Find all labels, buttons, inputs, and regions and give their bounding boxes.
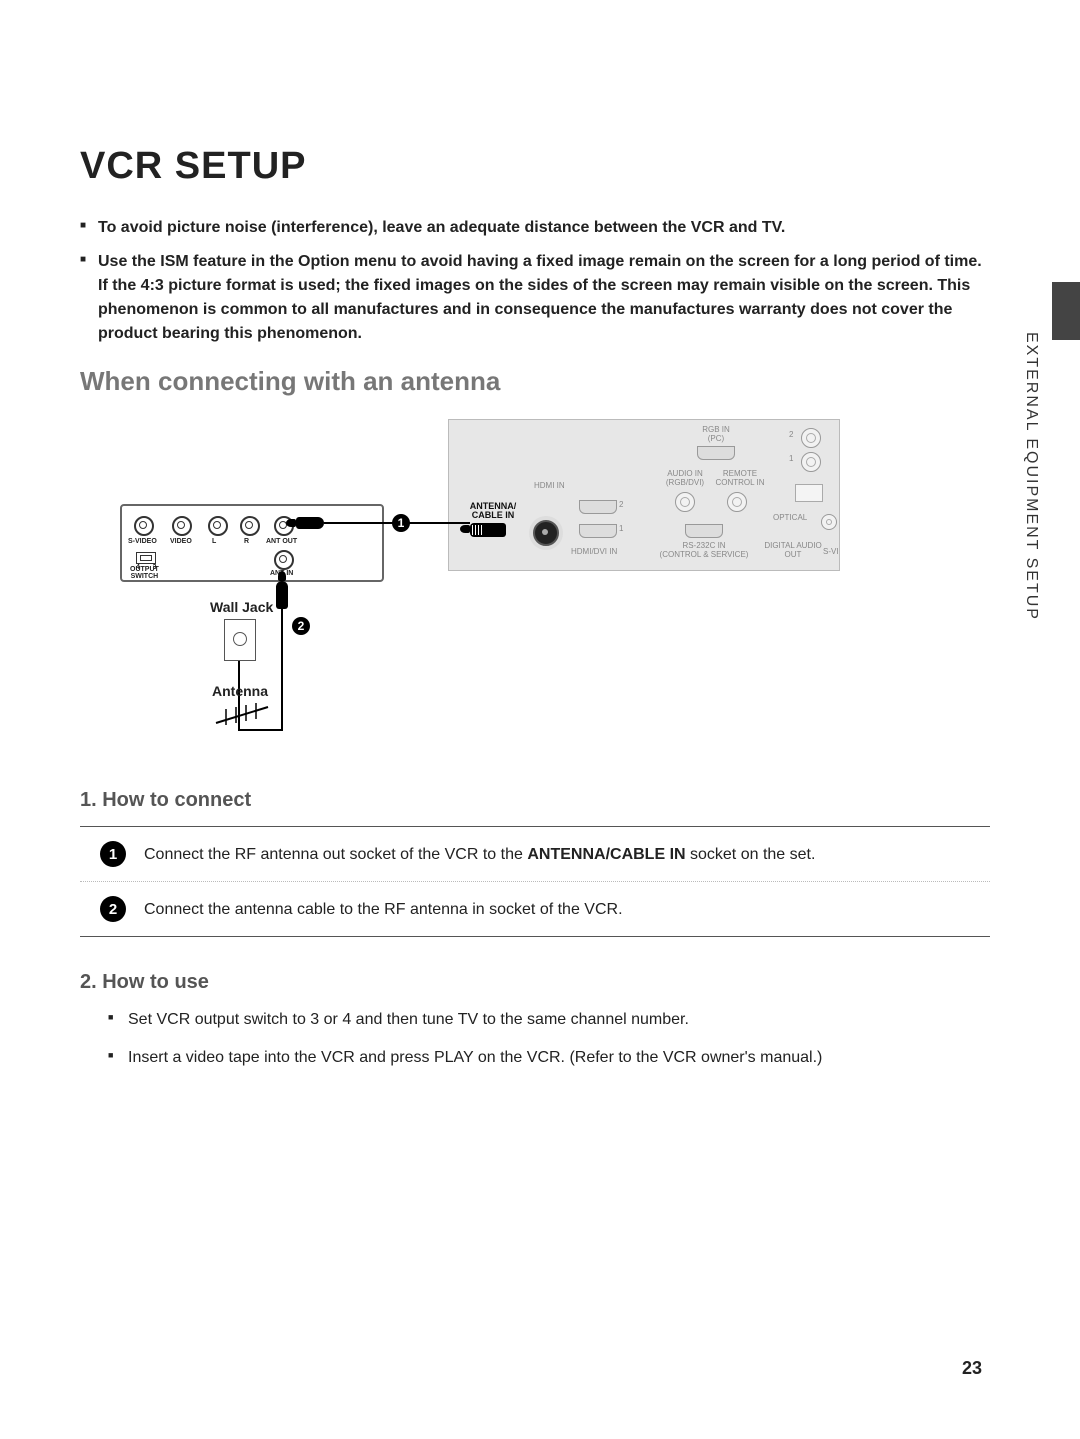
how-to-use-heading: 2. How to use (80, 971, 990, 994)
step-text-pre: Connect the antenna cable to the RF ante… (144, 901, 623, 918)
vcr-audio-l-label: L (212, 538, 216, 545)
connection-diagram: RGB IN (PC) HDMI IN 2 1 HDMI/DVI IN AUDI… (120, 419, 840, 749)
cable2-segment-v (281, 607, 283, 731)
port-audio-in (675, 492, 695, 512)
cable1-plug-vcr (296, 517, 324, 529)
vcr-switch-34: 4 3 (136, 564, 158, 571)
port-hdmi2 (579, 500, 617, 514)
label-rgb-in: RGB IN (PC) (691, 426, 741, 444)
label-svi: S-VI (823, 548, 839, 557)
port-top-2 (801, 428, 821, 448)
vcr-ant-out-label: ANT OUT (266, 538, 297, 545)
step-text: Connect the RF antenna out socket of the… (144, 841, 815, 867)
step-text-pre: Connect the RF antenna out socket of the… (144, 846, 527, 863)
label-audio-in: AUDIO IN (RGB/DVI) (661, 470, 709, 488)
vcr-svideo-port (134, 516, 154, 536)
tv-back-panel: RGB IN (PC) HDMI IN 2 1 HDMI/DVI IN AUDI… (448, 419, 840, 571)
label-port1: 1 (619, 525, 623, 534)
step-text: Connect the antenna cable to the RF ante… (144, 896, 623, 922)
vcr-back-panel: S-VIDEO VIDEO L R ANT OUT OUTPUT SWITCH … (120, 504, 384, 582)
wall-jack-icon (224, 619, 256, 661)
cable1-plug-tv-stripes (472, 525, 482, 535)
how-to-connect-heading: 1. How to connect (80, 789, 990, 812)
label-digital-audio: DIGITAL AUDIO OUT (761, 542, 825, 560)
callout-2: 2 (292, 617, 310, 635)
label-antenna-cable-in: ANTENNA/ CABLE IN (463, 502, 523, 521)
vcr-svideo-label: S-VIDEO (128, 538, 157, 545)
antenna-cable-in-jack (533, 520, 559, 546)
use-item: Set VCR output switch to 3 or 4 and then… (128, 1008, 990, 1032)
use-item: Insert a video tape into the VCR and pre… (128, 1046, 990, 1070)
antenna-icon (212, 703, 272, 727)
step-text-bold: ANTENNA/CABLE IN (527, 846, 685, 863)
port-svi (821, 514, 837, 530)
vcr-output-switch (136, 552, 156, 564)
cable2-plug-vcr (276, 581, 288, 609)
step-number-2: 2 (100, 896, 126, 922)
intro-note: To avoid picture noise (interference), l… (98, 216, 990, 240)
port-rgb (697, 446, 735, 460)
intro-note: Use the ISM feature in the Option menu t… (98, 250, 990, 346)
label-hdmi-in: HDMI IN (534, 482, 565, 491)
page-title: VCR SETUP (80, 145, 990, 188)
port-rs232c (685, 524, 723, 538)
port-optical-block (795, 484, 823, 502)
how-to-connect-steps: 1 Connect the RF antenna out socket of t… (80, 826, 990, 937)
label-hdmi-dvi-in: HDMI/DVI IN (571, 548, 617, 557)
how-to-use-items: Set VCR output switch to 3 or 4 and then… (80, 1008, 990, 1070)
vcr-ant-in-port (274, 550, 294, 570)
intro-notes: To avoid picture noise (interference), l… (80, 216, 990, 346)
page-content: VCR SETUP To avoid picture noise (interf… (0, 0, 1080, 1070)
label-top-1: 1 (789, 455, 793, 464)
vcr-video-label: VIDEO (170, 538, 192, 545)
vcr-audio-r-label: R (244, 538, 249, 545)
wall-jack-label: Wall Jack (210, 599, 273, 615)
label-optical: OPTICAL (773, 514, 807, 523)
label-port2: 2 (619, 501, 623, 510)
port-top-1 (801, 452, 821, 472)
label-top-2: 2 (789, 431, 793, 440)
subheading-antenna: When connecting with an antenna (80, 366, 990, 397)
page-number: 23 (962, 1358, 982, 1379)
vcr-video-port (172, 516, 192, 536)
label-remote: REMOTE CONTROL IN (713, 470, 767, 488)
port-remote (727, 492, 747, 512)
callout-1: 1 (392, 514, 410, 532)
cable2-segment-h (238, 729, 282, 731)
connect-step-2: 2 Connect the antenna cable to the RF an… (80, 881, 990, 936)
label-rs232c: RS-232C IN (CONTROL & SERVICE) (659, 542, 749, 560)
vcr-audio-r-port (240, 516, 260, 536)
antenna-label: Antenna (212, 683, 268, 699)
step-text-post: socket on the set. (686, 846, 816, 863)
vcr-audio-l-port (208, 516, 228, 536)
connect-step-1: 1 Connect the RF antenna out socket of t… (80, 827, 990, 881)
port-hdmi1 (579, 524, 617, 538)
step-number-1: 1 (100, 841, 126, 867)
